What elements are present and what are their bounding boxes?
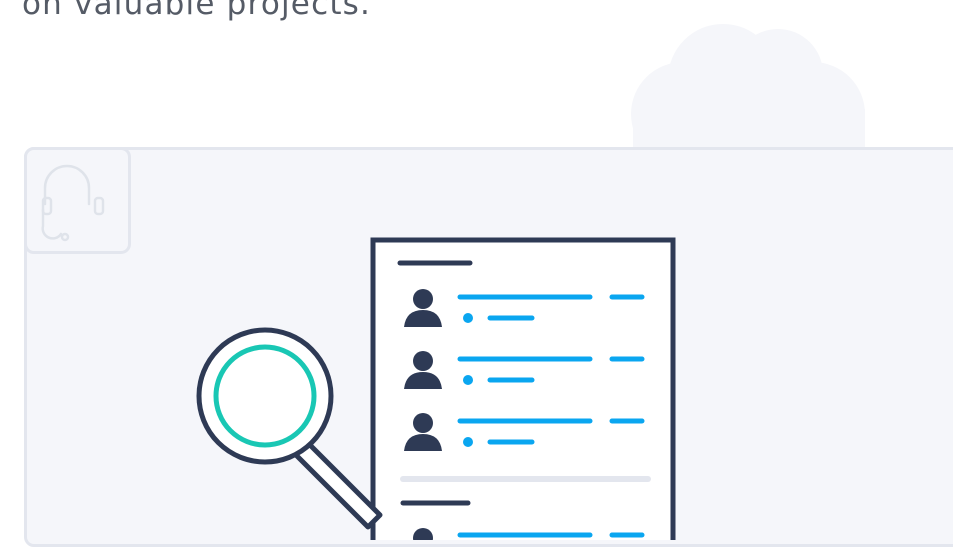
- document-card: [370, 237, 676, 540]
- magnifying-glass-icon: [196, 327, 383, 530]
- headline: on valuable projects.: [22, 0, 372, 22]
- headset-icon: [41, 164, 105, 242]
- search-document-illustration: [196, 237, 676, 540]
- cloud-shape: [631, 24, 865, 154]
- support-tile[interactable]: [24, 147, 131, 254]
